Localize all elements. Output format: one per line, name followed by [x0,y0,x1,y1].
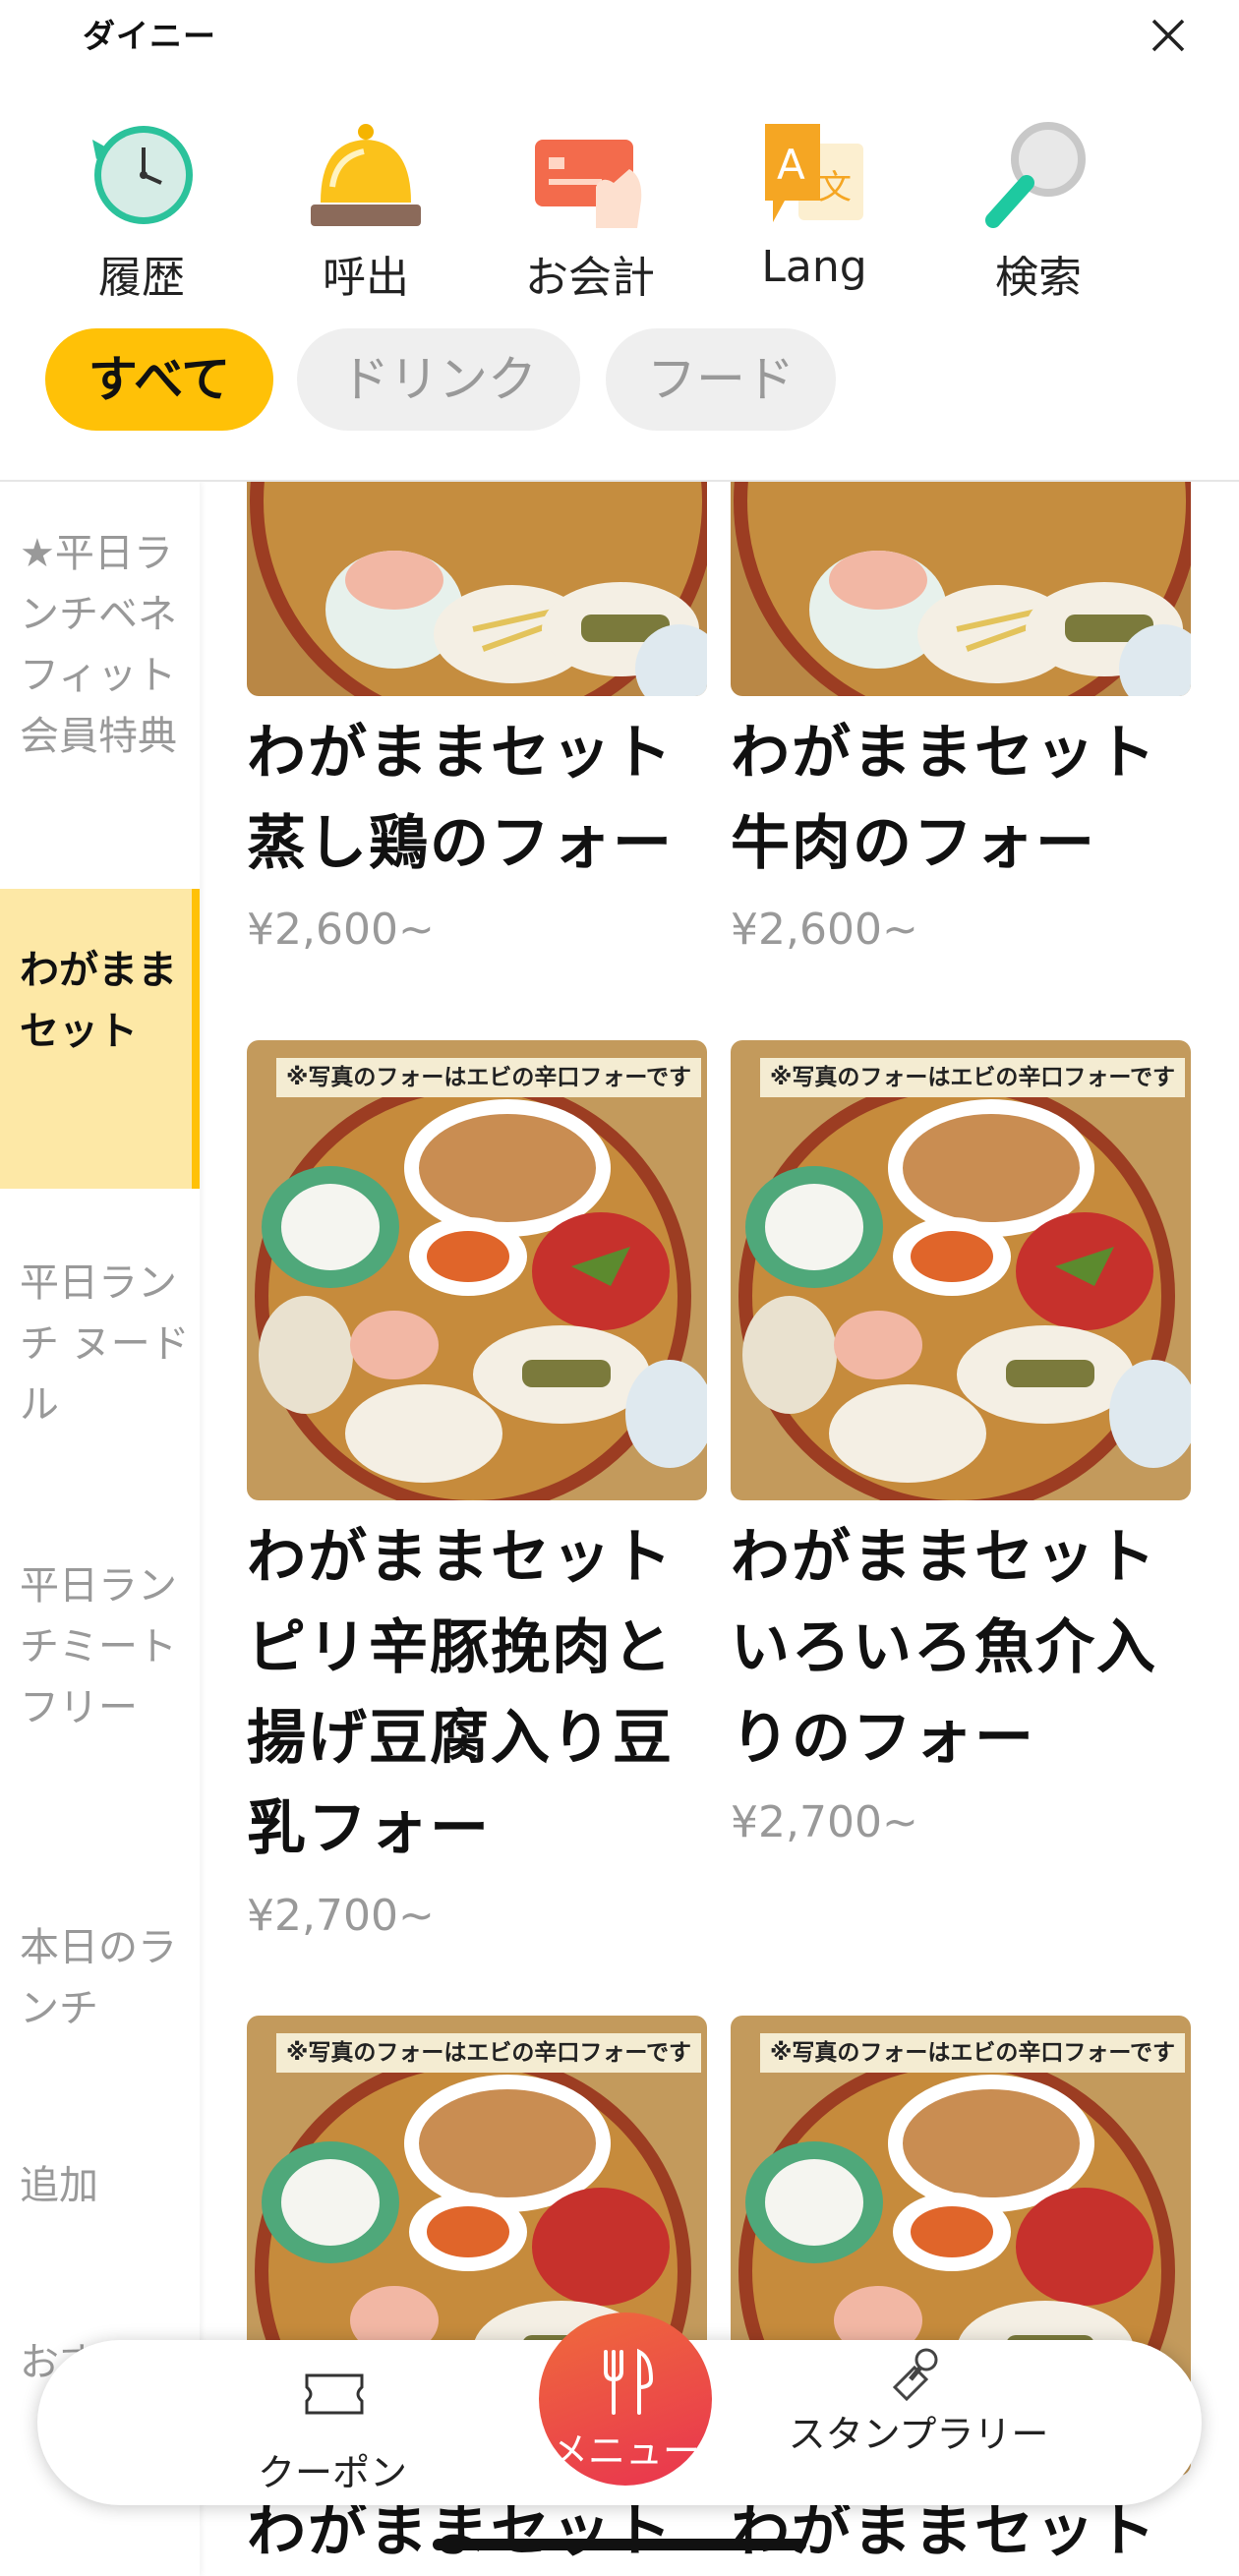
checkout-label: お会計 [525,253,655,303]
close-button[interactable] [1143,10,1194,61]
sidebar-item-today-lunch[interactable]: 本日のランチ [0,1917,200,2039]
food-photo [247,482,707,696]
history-button[interactable]: 履歴 [43,118,240,305]
item-price: ¥2,700~ [731,1797,918,1847]
call-staff-button[interactable]: 呼出 [267,118,464,305]
menu-grid: わがままセット蒸し鶏のフォー ¥2,600~ わがままセット牛肉のフォー ¥2,… [200,482,1239,2576]
language-button[interactable]: 文 A Lang [716,118,913,305]
category-sidebar: ★平日ランチベネフィット会員特典 わがままセット 平日ランチ ヌードル 平日ラン… [0,482,200,2576]
item-price: ¥2,700~ [247,1891,435,1941]
food-photo: ※写真のフォーはエビの辛口フォーです [247,1040,707,1500]
close-icon [1151,19,1185,52]
photo-notice: ※写真のフォーはエビの辛口フォーです [276,1058,701,1097]
item-price: ¥2,600~ [731,905,918,955]
menu-card[interactable]: ※写真のフォーはエビの辛口フォーです わがままセットいろいろ魚介入りのフォー ¥… [731,1040,1193,1964]
call-bell-icon [311,124,421,226]
toolbar: 履歴 呼出 お会計 文 A Lang 検索 [0,118,1239,305]
sidebar-item-meat-free[interactable]: 平日ランチミートフリー [0,1555,200,1738]
header: ダイニー 履歴 呼出 お会計 文 A Lang 検索 すべて ドリンク フード [0,0,1239,482]
stamp-rally-label: スタンプラリー [788,2413,1049,2456]
menu-card[interactable]: ※写真のフォーはエビの辛口フォーです わがままセットピリ辛豚挽肉と揚げ豆腐入り豆… [247,1040,709,1964]
menu-label: メニュー [550,2430,700,2473]
stamp-rally-tab[interactable]: スタンプラリー [771,2340,1066,2505]
item-name: わがままセット蒸し鶏のフォー [247,719,674,878]
menu-card[interactable]: わがままセット牛肉のフォー ¥2,600~ [731,482,1193,983]
payment-card-icon [535,140,642,228]
photo-notice: ※写真のフォーはエビの辛口フォーです [760,1058,1185,1097]
food-photo [731,482,1191,696]
checkout-button[interactable]: お会計 [492,118,688,305]
item-name: わがままセットピリ辛豚挽肉と揚げ豆腐入り豆乳フォー [247,1523,674,1863]
item-name: わがままセット牛肉のフォー [731,719,1157,878]
stamp-icon [892,2348,938,2402]
photo-notice: ※写真のフォーはエビの辛口フォーです [276,2033,701,2073]
sidebar-item-benefit[interactable]: ★平日ランチベネフィット会員特典 [0,523,200,767]
call-label: 呼出 [323,253,409,303]
item-price: ¥2,600~ [247,905,435,955]
search-label: 検索 [995,253,1082,303]
tab-drink[interactable]: ドリンク [297,328,580,431]
sidebar-item-noodle[interactable]: 平日ランチ ヌードル [0,1253,200,1435]
history-clock-icon [92,126,193,224]
menu-card[interactable]: わがままセット蒸し鶏のフォー ¥2,600~ [247,482,709,983]
language-label: Lang [761,242,867,292]
app-title: ダイニー [83,17,216,55]
item-name: わがままセットいろいろ魚介入りのフォー [731,1523,1157,1773]
photo-notice: ※写真のフォーはエビの辛口フォーです [760,2033,1185,2073]
sidebar-item-extra[interactable]: 追加 [0,2155,200,2216]
fork-knife-icon [604,2348,654,2415]
home-indicator [433,2539,806,2550]
food-photo: ※写真のフォーはエビの辛口フォーです [731,1040,1191,1500]
svg-text:A: A [777,141,805,189]
tab-all[interactable]: すべて [45,328,273,431]
search-icon [985,122,1086,228]
sidebar-item-wagamama-set[interactable]: わがままセット [0,889,200,1189]
tab-food[interactable]: フード [606,328,836,431]
svg-text:文: 文 [818,168,852,207]
coupon-tab[interactable]: クーポン [224,2340,441,2505]
menu-tab-button[interactable]: メニュー [539,2313,712,2486]
search-button[interactable]: 検索 [940,118,1137,305]
coupon-ticket-icon [305,2373,364,2415]
history-label: 履歴 [98,253,185,303]
language-icon: 文 A [765,124,863,222]
coupon-label: クーポン [257,2451,407,2494]
